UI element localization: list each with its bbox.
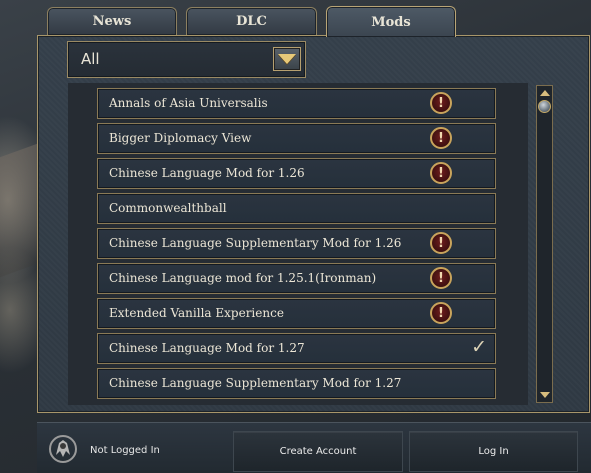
paradox-logo-icon — [49, 435, 77, 463]
mod-name: Chinese Language Mod for 1.27 — [109, 341, 305, 355]
mod-row[interactable]: Chinese Language Mod for 1.27 ✓ — [97, 333, 496, 364]
mod-row[interactable]: Annals of Asia Universalis ! — [97, 88, 496, 119]
mod-name: Chinese Language Mod for 1.26 — [109, 166, 305, 180]
exclamation-circle-icon: ! — [430, 92, 452, 114]
mod-row[interactable]: Chinese Language Mod for 1.26 ! — [97, 158, 496, 189]
mod-row[interactable]: Commonwealthball — [97, 193, 496, 224]
scroll-up-arrow[interactable] — [539, 88, 550, 98]
mod-name: Commonwealthball — [109, 201, 227, 215]
mod-filter-dropdown[interactable]: All — [67, 41, 306, 78]
mod-name: Chinese Language mod for 1.25.1(Ironman) — [109, 271, 377, 285]
create-account-button[interactable]: Create Account — [233, 431, 403, 472]
background-figure — [0, 142, 40, 278]
tab-news[interactable]: News — [47, 7, 177, 35]
arrow-down-icon — [539, 392, 550, 398]
mod-row[interactable]: Chinese Language Supplementary Mod for 1… — [97, 228, 496, 259]
dropdown-toggle-button[interactable] — [273, 47, 301, 71]
mod-list: Annals of Asia Universalis ! Bigger Dipl… — [68, 83, 528, 405]
log-in-button[interactable]: Log In — [409, 431, 578, 472]
mod-name: Annals of Asia Universalis — [109, 96, 268, 110]
mod-name: Chinese Language Supplementary Mod for 1… — [109, 376, 402, 390]
mod-row[interactable]: Extended Vanilla Experience ! — [97, 298, 496, 329]
tab-mods[interactable]: Mods — [326, 6, 456, 37]
mod-row[interactable]: Chinese Language Supplementary Mod for 1… — [97, 368, 496, 399]
mod-row[interactable]: Chinese Language mod for 1.25.1(Ironman)… — [97, 263, 496, 294]
exclamation-circle-icon: ! — [430, 302, 452, 324]
exclamation-circle-icon: ! — [430, 162, 452, 184]
checkmark-icon: ✓ — [471, 336, 487, 358]
scroll-thumb[interactable] — [538, 100, 551, 113]
mod-list-scrollbar[interactable] — [536, 85, 553, 403]
login-status: Not Logged In — [90, 445, 160, 456]
mod-row[interactable]: Bigger Diplomacy View ! — [97, 123, 496, 154]
exclamation-circle-icon: ! — [430, 127, 452, 149]
mod-name: Bigger Diplomacy View — [109, 131, 252, 145]
scroll-down-arrow[interactable] — [539, 390, 550, 400]
triangle-down-icon — [278, 54, 296, 64]
dropdown-selected-value: All — [81, 50, 100, 68]
exclamation-circle-icon: ! — [430, 232, 452, 254]
tab-dlc[interactable]: DLC — [186, 7, 317, 35]
exclamation-circle-icon: ! — [430, 267, 452, 289]
mod-name: Extended Vanilla Experience — [109, 306, 284, 320]
arrow-up-icon — [539, 90, 550, 96]
mod-name: Chinese Language Supplementary Mod for 1… — [109, 236, 402, 250]
